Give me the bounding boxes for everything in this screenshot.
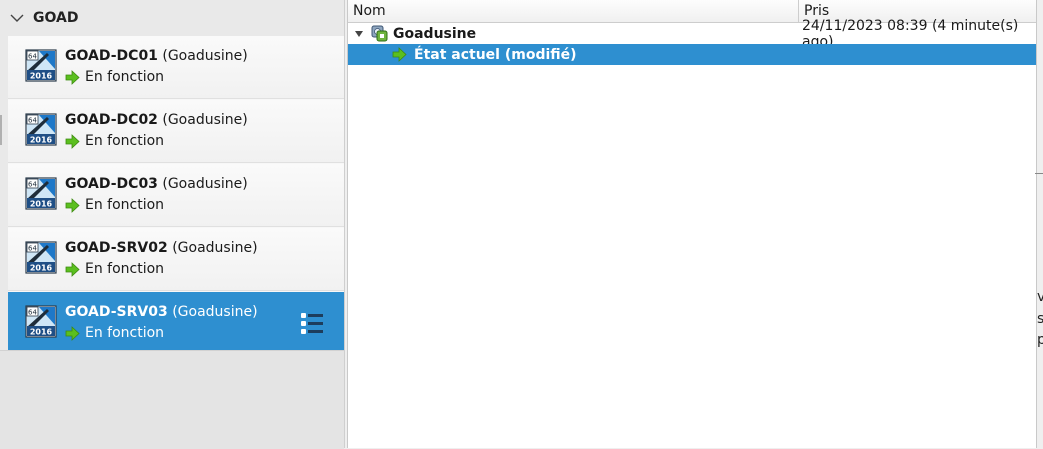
vm-list: 64 2016 GOAD-DC01 (Goadusine) En fonctio… [8,36,344,355]
vm-name: GOAD-DC01 (Goadusine) [65,48,248,64]
vm-list-empty-area [0,350,344,449]
snapshot-panel: Nom Pris Goadusine 24/11/2023 08:39 (4 m… [347,0,1037,448]
background-window-edge [1035,173,1043,174]
background-window-text: s [1037,311,1043,327]
svg-text:64: 64 [28,53,37,61]
group-title: GOAD [33,10,79,26]
vm-name: GOAD-SRV02 (Goadusine) [65,240,258,256]
vm-item-goad-srv02[interactable]: 64 2016 GOAD-SRV02 (Goadusine) En foncti… [8,228,344,291]
column-name-header[interactable]: Nom [348,0,799,22]
running-arrow-icon [65,197,80,213]
windows-2016-os-icon: 64 2016 [25,113,57,146]
vm-state: En fonction [65,69,164,85]
windows-2016-os-icon: 64 2016 [25,177,57,210]
svg-text:2016: 2016 [30,200,53,209]
windows-2016-os-icon: 64 2016 [25,305,57,338]
vm-item-goad-dc02[interactable]: 64 2016 GOAD-DC02 (Goadusine) En fonctio… [8,100,344,163]
snapshot-row-current-state[interactable]: État actuel (modifié) [348,44,1036,65]
vm-name: GOAD-DC02 (Goadusine) [65,112,248,128]
windows-2016-os-icon: 64 2016 [25,49,57,82]
vm-name: GOAD-SRV03 (Goadusine) [65,304,258,320]
vm-state: En fonction [65,133,164,149]
vm-manager-panel: GOAD 64 2016 GOAD-DC01 (Goadusine) En fo… [0,0,345,449]
snapshot-row-root[interactable]: Goadusine 24/11/2023 08:39 (4 minute(s) … [348,18,1036,50]
svg-text:2016: 2016 [30,72,53,81]
windows-2016-os-icon: 64 2016 [25,241,57,274]
background-window-text: v [1037,289,1043,305]
snapshot-name: Goadusine [393,25,477,42]
expand-triangle-icon[interactable] [355,31,363,37]
vm-state: En fonction [65,325,164,341]
snapshot-camera-icon [371,25,388,42]
svg-text:64: 64 [28,181,37,189]
svg-text:2016: 2016 [30,264,53,273]
running-arrow-icon [65,133,80,149]
vm-item-goad-dc03[interactable]: 64 2016 GOAD-DC03 (Goadusine) En fonctio… [8,164,344,227]
current-state-arrow-icon [392,47,407,62]
svg-text:2016: 2016 [30,136,53,145]
vm-state: En fonction [65,197,164,213]
vm-state: En fonction [65,261,164,277]
running-arrow-icon [65,69,80,85]
background-window-text: p [1037,332,1043,348]
current-state-label: État actuel (modifié) [414,46,577,63]
group-header-goad[interactable]: GOAD [0,0,344,36]
vm-name: GOAD-DC03 (Goadusine) [65,176,248,192]
chevron-down-icon[interactable] [10,13,24,23]
window-edge-marker [0,115,2,145]
vm-item-goad-dc01[interactable]: 64 2016 GOAD-DC01 (Goadusine) En fonctio… [8,36,344,99]
svg-text:64: 64 [28,245,37,253]
svg-text:64: 64 [28,117,37,125]
running-arrow-icon [65,261,80,277]
vm-tools-menu-icon[interactable] [300,311,324,335]
svg-text:2016: 2016 [30,328,53,337]
running-arrow-icon [65,325,80,341]
svg-text:64: 64 [28,309,37,317]
vm-item-goad-srv03[interactable]: 64 2016 GOAD-SRV03 (Goadusine) En foncti… [8,292,344,355]
